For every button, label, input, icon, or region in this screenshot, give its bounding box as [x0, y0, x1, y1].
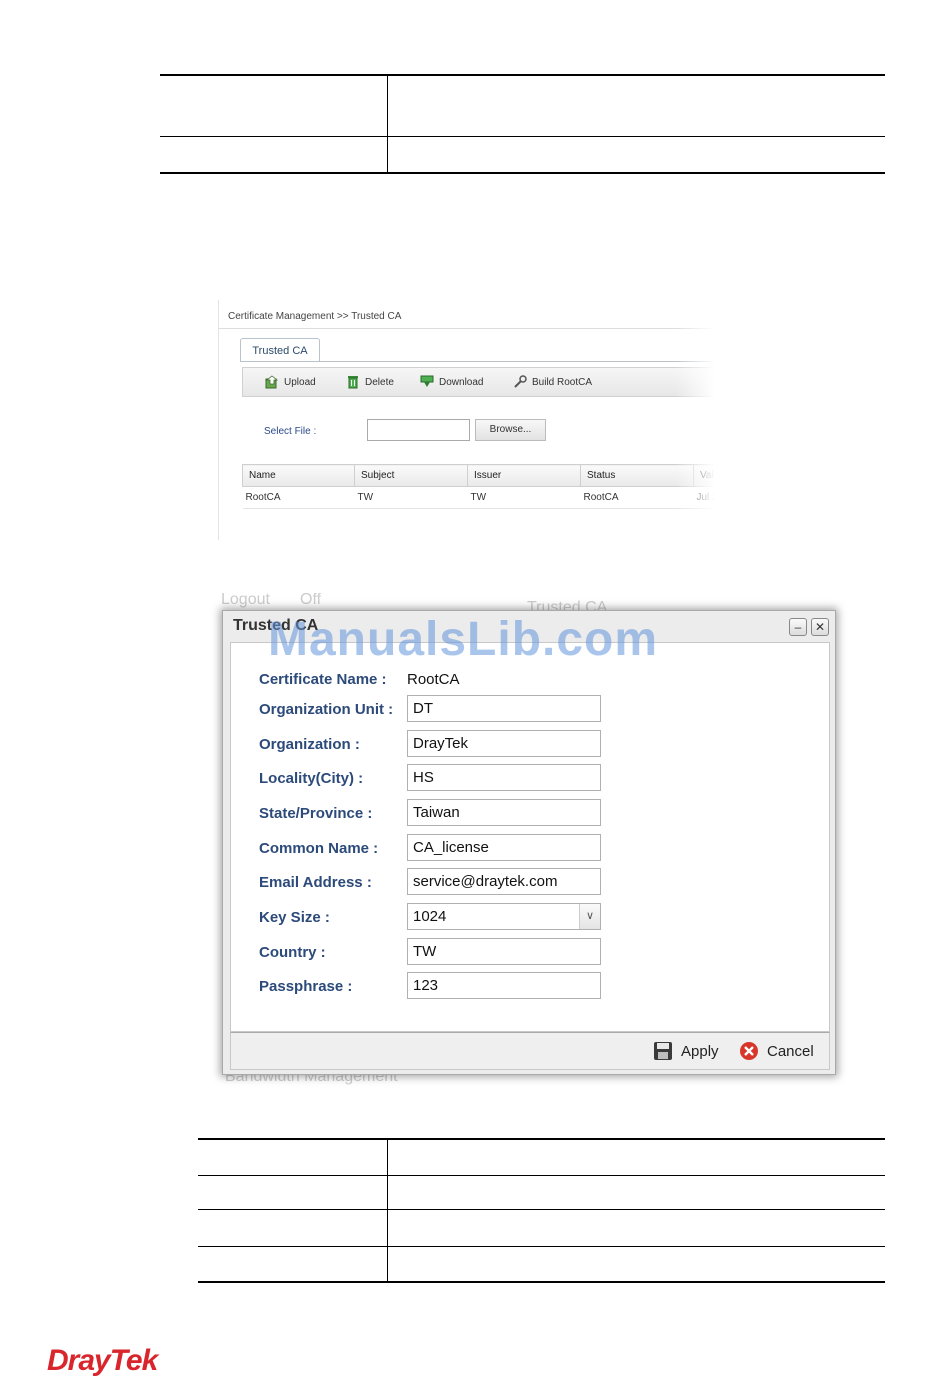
doc-cell — [387, 135, 885, 174]
trusted-ca-table: Name Subject Issuer Status Val RootCA TW… — [242, 464, 715, 509]
upload-button[interactable]: Upload — [265, 375, 316, 389]
doc-cell — [198, 1138, 388, 1175]
watermark: ManualsLib.com — [268, 613, 659, 666]
col-header-validity[interactable]: Val — [693, 464, 715, 487]
table-row[interactable]: RootCA TW TW RootCA Jul 2 — [242, 486, 715, 509]
ghost-text: Off — [300, 593, 322, 608]
doc-cell — [387, 1138, 885, 1175]
locality-field[interactable]: HS — [407, 764, 601, 791]
state-label: State/Province : — [259, 805, 373, 822]
doc-cell — [387, 74, 885, 136]
wrench-icon — [514, 375, 527, 388]
organization-label: Organization : — [259, 736, 360, 753]
delete-label: Delete — [365, 376, 394, 388]
upload-label: Upload — [284, 376, 316, 388]
breadcrumb-divider — [219, 328, 715, 329]
cancel-button[interactable]: Cancel — [739, 1041, 814, 1061]
certificate-name-value: RootCA — [407, 671, 460, 688]
organization-field[interactable]: DrayTek — [407, 730, 601, 757]
country-field[interactable]: TW — [407, 938, 601, 965]
tab-trusted-ca[interactable]: Trusted CA — [240, 338, 320, 362]
col-header-issuer[interactable]: Issuer — [467, 464, 581, 487]
doc-cell — [160, 135, 388, 174]
common-name-label: Common Name : — [259, 840, 379, 857]
toolbar: Upload Delete Download Build RootCA — [242, 367, 715, 397]
chevron-down-icon[interactable]: ∨ — [579, 904, 600, 929]
download-button[interactable]: Download — [420, 375, 483, 389]
upload-icon — [265, 375, 279, 389]
tab-divider — [240, 361, 715, 362]
org-unit-label: Organization Unit : — [259, 701, 394, 718]
minimize-button[interactable]: – — [789, 618, 807, 636]
country-label: Country : — [259, 944, 326, 961]
close-icon: ✕ — [814, 620, 826, 634]
email-label: Email Address : — [259, 874, 372, 891]
minimize-icon: – — [794, 620, 802, 634]
locality-label: Locality(City) : — [259, 770, 364, 787]
cell-subject: TW — [354, 486, 468, 509]
doc-cell — [387, 1174, 885, 1209]
breadcrumb: Certificate Management >> Trusted CA — [228, 311, 402, 322]
save-icon — [654, 1042, 672, 1060]
doc-cell — [198, 1174, 388, 1209]
close-button[interactable]: ✕ — [811, 618, 829, 636]
trash-icon — [348, 376, 358, 389]
doc-cell — [387, 1208, 885, 1246]
apply-button[interactable]: Apply — [653, 1041, 719, 1061]
doc-table-top — [160, 74, 885, 174]
passphrase-label: Passphrase : — [259, 978, 353, 995]
key-size-select[interactable]: 1024 ∨ — [407, 903, 601, 930]
passphrase-field[interactable]: 123 — [407, 972, 601, 999]
cell-status: RootCA — [580, 486, 694, 509]
trusted-ca-page-screenshot: Certificate Management >> Trusted CA Tru… — [218, 300, 715, 540]
email-field[interactable]: service@draytek.com — [407, 868, 601, 895]
cell-issuer: TW — [467, 486, 581, 509]
certificate-name-label: Certificate Name : — [259, 671, 387, 688]
select-file-label: Select File : — [264, 426, 317, 437]
ghost-text: Logout — [221, 593, 270, 608]
download-icon — [420, 375, 434, 387]
doc-table-bottom — [198, 1138, 885, 1283]
doc-cell — [198, 1245, 388, 1283]
cell-name: RootCA — [242, 486, 355, 509]
col-header-name[interactable]: Name — [242, 464, 355, 487]
key-size-value: 1024 — [413, 908, 447, 925]
col-header-status[interactable]: Status — [580, 464, 694, 487]
build-rootca-button[interactable]: Build RootCA — [513, 375, 592, 389]
doc-cell — [198, 1208, 388, 1246]
cell-validity: Jul 2 — [693, 486, 715, 509]
common-name-field[interactable]: CA_license — [407, 834, 601, 861]
dialog-footer: Apply Cancel — [230, 1032, 830, 1070]
draytek-logo: DrayTek — [47, 1344, 158, 1377]
doc-cell — [160, 74, 388, 136]
trusted-ca-dialog: Trusted CA – ✕ Certificate Name : RootCA… — [222, 610, 836, 1075]
org-unit-field[interactable]: DT — [407, 695, 601, 722]
cancel-label: Cancel — [767, 1042, 814, 1060]
dialog-body: Certificate Name : RootCA Organization U… — [230, 642, 830, 1032]
apply-label: Apply — [681, 1042, 719, 1060]
delete-button[interactable]: Delete — [346, 375, 394, 389]
download-label: Download — [439, 376, 484, 388]
col-header-subject[interactable]: Subject — [354, 464, 468, 487]
select-file-input[interactable] — [367, 419, 470, 441]
doc-cell — [387, 1245, 885, 1283]
cancel-icon — [740, 1042, 758, 1060]
key-size-label: Key Size : — [259, 909, 330, 926]
state-field[interactable]: Taiwan — [407, 799, 601, 826]
build-rootca-label: Build RootCA — [532, 376, 593, 388]
browse-button[interactable]: Browse... — [475, 419, 546, 441]
